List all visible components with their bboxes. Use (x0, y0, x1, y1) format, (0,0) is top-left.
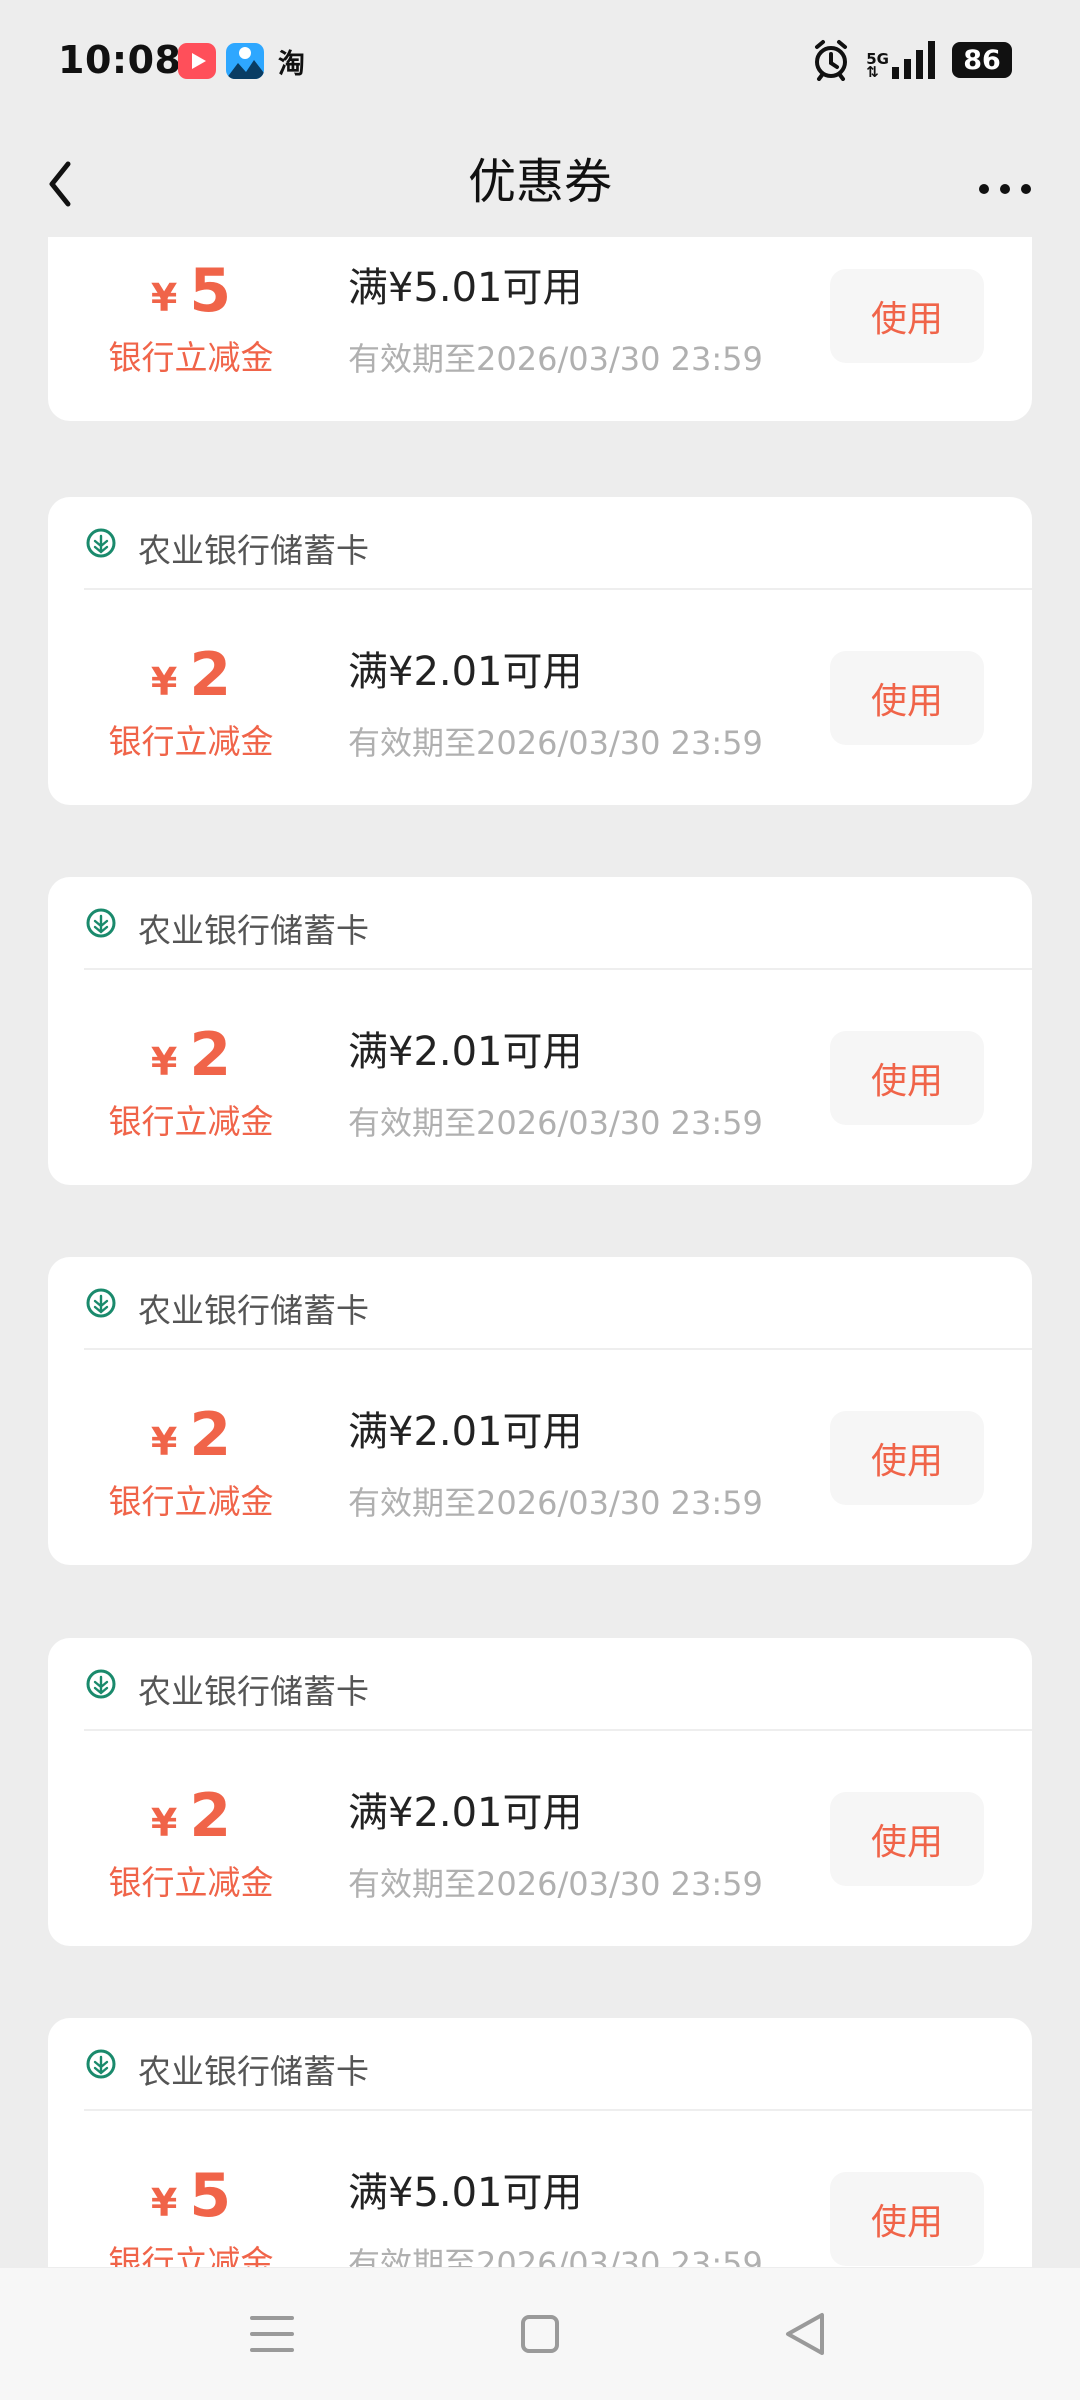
more-button[interactable] (964, 138, 1046, 220)
card-divider (84, 2109, 1032, 2111)
home-button[interactable] (504, 2298, 576, 2370)
coupon-amount-value: 5 (189, 256, 232, 326)
coupon-amount: ¥ 2 银行立减金 (96, 1019, 286, 1143)
coupon-condition: 满¥2.01可用 (348, 649, 583, 695)
currency-symbol: ¥ (150, 2181, 178, 2225)
coupon-type: 银行立减金 (108, 338, 274, 377)
battery-icon: 86 (952, 42, 1012, 78)
bank-name: 农业银行储蓄卡 (138, 2052, 369, 2091)
use-button[interactable]: 使用 (830, 651, 984, 745)
coupon-expiry: 有效期至2026/03/30 23:59 (348, 340, 763, 378)
coupon-amount-value: 5 (189, 2161, 232, 2231)
coupon-condition: 满¥2.01可用 (348, 1790, 583, 1836)
bank-header: 农业银行储蓄卡 (48, 1257, 1032, 1348)
bank-name: 农业银行储蓄卡 (138, 531, 369, 570)
currency-symbol: ¥ (150, 1420, 178, 1464)
use-button[interactable]: 使用 (830, 1411, 984, 1505)
recent-apps-button[interactable] (236, 2298, 308, 2370)
bank-header: 农业银行储蓄卡 (48, 877, 1032, 968)
signal-icon (892, 41, 935, 79)
use-button[interactable]: 使用 (830, 1031, 984, 1125)
menu-icon (250, 2316, 294, 2352)
coupon-type: 银行立减金 (108, 1863, 274, 1902)
coupon-amount: ¥ 5 银行立减金 (96, 255, 286, 379)
card-divider (84, 588, 1032, 590)
navigation-bar (0, 2268, 1080, 2400)
coupon-expiry: 有效期至2026/03/30 23:59 (348, 2245, 763, 2267)
coupon-card: 农业银行储蓄卡 ¥ 2 银行立减金 满¥2.01可用 有效期至2026/03/3… (48, 1257, 1032, 1565)
card-divider (84, 1729, 1032, 1731)
coupon-amount-value: 2 (189, 1781, 232, 1851)
coupon-amount: ¥ 2 银行立减金 (96, 1780, 286, 1904)
home-icon (521, 2315, 559, 2353)
coupon-expiry: 有效期至2026/03/30 23:59 (348, 1484, 763, 1522)
currency-symbol: ¥ (150, 1040, 178, 1084)
coupon-condition: 满¥5.01可用 (348, 265, 583, 311)
photo-app-icon (226, 43, 264, 79)
coupon-expiry: 有效期至2026/03/30 23:59 (348, 724, 763, 762)
coupon-amount-value: 2 (189, 1400, 232, 1470)
coupon-condition: 满¥2.01可用 (348, 1029, 583, 1075)
bank-logo-icon (86, 1669, 116, 1699)
bank-name: 农业银行储蓄卡 (138, 1291, 369, 1330)
coupon-type: 银行立减金 (108, 722, 274, 761)
back-triangle-icon (786, 2313, 824, 2355)
bank-name: 农业银行储蓄卡 (138, 1672, 369, 1711)
coupon-card: 农业银行储蓄卡 ¥ 2 银行立减金 满¥2.01可用 有效期至2026/03/3… (48, 497, 1032, 805)
network-type: 5G ⇅ (866, 41, 938, 81)
card-divider (84, 1348, 1032, 1350)
coupon-expiry: 有效期至2026/03/30 23:59 (348, 1104, 763, 1142)
card-divider (84, 968, 1032, 970)
coupon-amount-value: 2 (189, 640, 232, 710)
bank-header: 农业银行储蓄卡 (48, 1638, 1032, 1729)
video-app-icon (178, 43, 216, 79)
coupon-amount-value: 2 (189, 1020, 232, 1090)
currency-symbol: ¥ (150, 1801, 178, 1845)
coupon-amount: ¥ 2 银行立减金 (96, 1399, 286, 1523)
coupon-list[interactable]: ¥ 5 银行立减金 满¥5.01可用 有效期至2026/03/30 23:59 … (0, 237, 1080, 2267)
coupon-type: 银行立减金 (108, 1482, 274, 1521)
clock-time: 10:08 (58, 38, 182, 82)
alarm-icon (815, 40, 848, 81)
coupon-page: 10:08 淘 5G ⇅ 86 优惠券 ¥ 5 银行立减金 满¥5.01可用 有… (0, 0, 1080, 2400)
coupon-condition: 满¥2.01可用 (348, 1409, 583, 1455)
coupon-amount: ¥ 2 银行立减金 (96, 639, 286, 763)
bank-logo-icon (86, 528, 116, 558)
coupon-type: 银行立减金 (108, 1102, 274, 1141)
status-icons: 5G ⇅ 86 (810, 38, 1012, 82)
bank-logo-icon (86, 1288, 116, 1318)
currency-symbol: ¥ (150, 660, 178, 704)
page-title: 优惠券 (467, 154, 612, 210)
bank-header: 农业银行储蓄卡 (48, 2018, 1032, 2109)
use-button[interactable]: 使用 (830, 269, 984, 363)
currency-symbol: ¥ (150, 276, 178, 320)
bank-name: 农业银行储蓄卡 (138, 911, 369, 950)
bank-header: 农业银行储蓄卡 (48, 497, 1032, 588)
coupon-expiry: 有效期至2026/03/30 23:59 (348, 1865, 763, 1903)
system-back-button[interactable] (770, 2298, 842, 2370)
coupon-card: 农业银行储蓄卡 ¥ 2 银行立减金 满¥2.01可用 有效期至2026/03/3… (48, 1638, 1032, 1946)
coupon-amount: ¥ 5 银行立减金 (96, 2160, 286, 2267)
coupon-card: ¥ 5 银行立减金 满¥5.01可用 有效期至2026/03/30 23:59 … (48, 237, 1032, 421)
mountain-icon (226, 47, 264, 79)
bank-logo-icon (86, 2049, 116, 2079)
use-button[interactable]: 使用 (830, 2172, 984, 2266)
coupon-type: 银行立减金 (108, 2243, 274, 2267)
title-bar: 优惠券 (0, 120, 1080, 240)
data-arrows-icon: ⇅ (866, 63, 879, 81)
taobao-icon: 淘 (278, 49, 305, 80)
use-button[interactable]: 使用 (830, 1792, 984, 1886)
coupon-card: 农业银行储蓄卡 ¥ 2 银行立减金 满¥2.01可用 有效期至2026/03/3… (48, 877, 1032, 1185)
coupon-card: 农业银行储蓄卡 ¥ 5 银行立减金 满¥5.01可用 有效期至2026/03/3… (48, 2018, 1032, 2267)
bank-logo-icon (86, 908, 116, 938)
status-bar: 10:08 淘 5G ⇅ 86 (0, 0, 1080, 120)
more-icon (979, 184, 1031, 194)
coupon-condition: 满¥5.01可用 (348, 2170, 583, 2216)
